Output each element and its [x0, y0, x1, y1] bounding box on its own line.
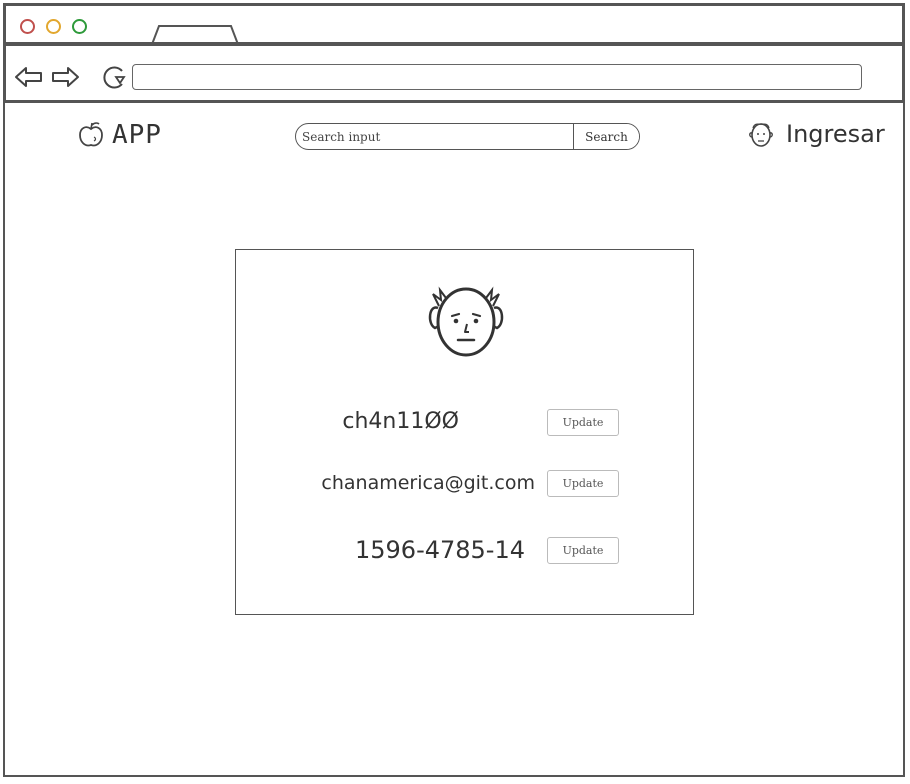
username-row: ch4n11ØØ Update: [236, 407, 693, 437]
app-logo[interactable]: APP: [78, 120, 162, 150]
maximize-window-icon[interactable]: [72, 19, 87, 34]
user-face-icon: [428, 286, 504, 357]
username-value: ch4n11ØØ: [342, 409, 459, 434]
apple-icon: [79, 122, 103, 147]
minimize-window-icon[interactable]: [46, 19, 61, 34]
login-link[interactable]: Ingresar: [746, 120, 885, 148]
phone-value: 1596-4785-14: [354, 536, 525, 564]
user-face-icon: [749, 123, 773, 147]
title-bar: [3, 3, 905, 48]
forward-arrow-icon[interactable]: [50, 65, 80, 89]
email-row: chanamerica@git.com Update: [236, 468, 693, 498]
email-value: chanamerica@git.com: [321, 472, 535, 494]
phone-row: 1596-4785-14 Update: [236, 535, 693, 565]
navigation-bar: [3, 43, 905, 103]
update-phone-button[interactable]: Update: [547, 537, 619, 564]
close-window-icon[interactable]: [20, 19, 35, 34]
update-username-button[interactable]: Update: [547, 409, 619, 436]
app-name: APP: [112, 120, 162, 150]
login-label: Ingresar: [786, 120, 885, 148]
address-bar[interactable]: [132, 64, 862, 90]
update-email-button[interactable]: Update: [547, 470, 619, 497]
search-input[interactable]: [296, 124, 574, 149]
search-bar: Search: [295, 123, 640, 150]
search-button[interactable]: Search: [573, 124, 639, 149]
reload-icon[interactable]: [100, 65, 130, 89]
back-arrow-icon[interactable]: [14, 65, 44, 89]
profile-card: ch4n11ØØ Update chanamerica@git.com Upda…: [235, 249, 694, 615]
